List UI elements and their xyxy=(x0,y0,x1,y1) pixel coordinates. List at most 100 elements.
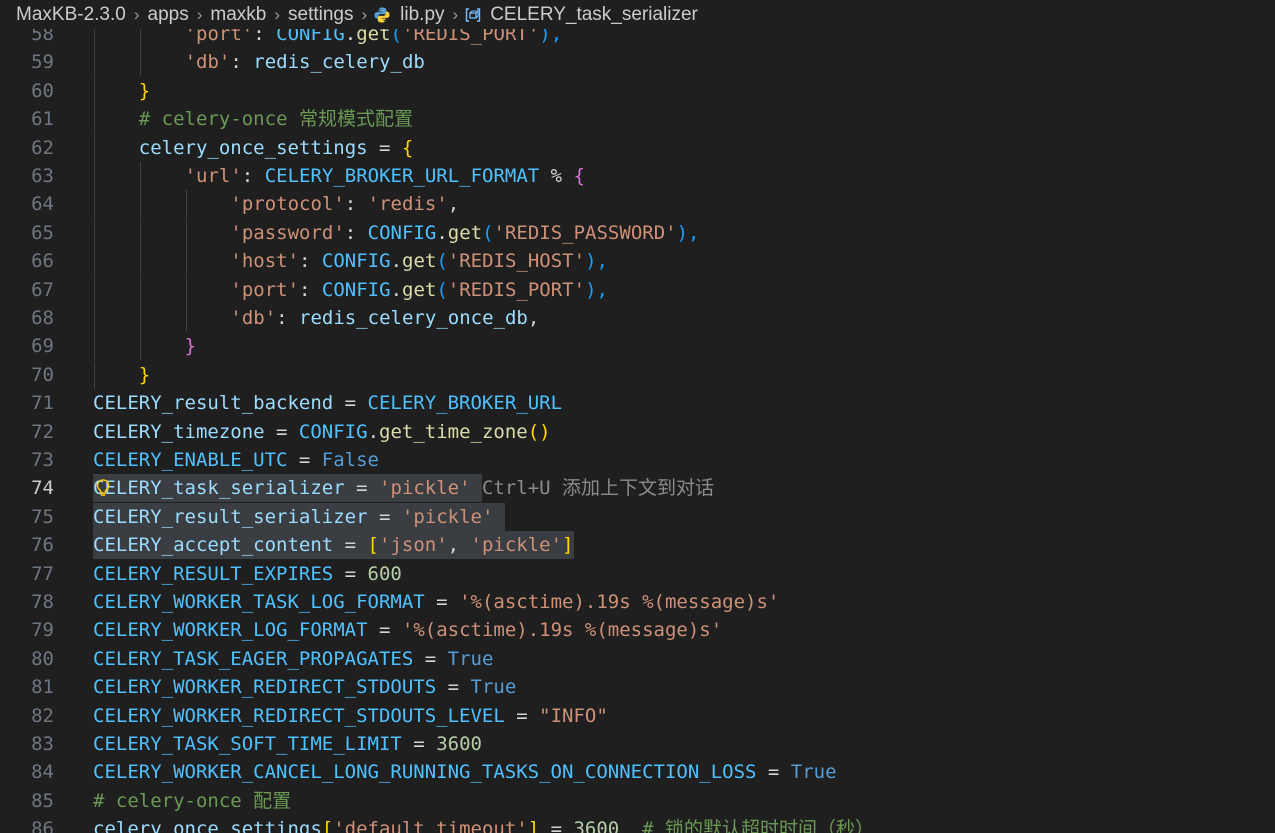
code-text: 'port': CONFIG.get('REDIS_PORT'), xyxy=(230,276,608,304)
code-token: : xyxy=(276,307,300,329)
python-icon xyxy=(373,6,391,24)
code-token: 'default_timeout' xyxy=(333,818,528,833)
code-line[interactable]: 71 CELERY_result_backend = CELERY_BROKER_… xyxy=(0,389,1275,417)
code-text: } xyxy=(185,332,196,360)
lightbulb-icon[interactable] xyxy=(94,478,112,498)
indent-guide xyxy=(94,133,95,162)
code-token: 'REDIS_PORT' xyxy=(447,278,586,301)
breadcrumb-settings[interactable]: settings xyxy=(286,4,355,26)
code-line[interactable]: 76 CELERY_accept_content = ['json', 'pick… xyxy=(0,531,1275,560)
code-token: get xyxy=(402,278,437,301)
code-line[interactable]: 68 'db': redis_celery_once_db, xyxy=(0,304,1275,332)
code-text: CELERY_RESULT_EXPIRES = 600 xyxy=(93,560,402,588)
code-token: . xyxy=(390,250,403,273)
code-token: 3600 xyxy=(436,733,482,755)
code-line[interactable]: 67 'port': CONFIG.get('REDIS_PORT'), xyxy=(0,275,1275,304)
code-text: CELERY_TASK_SOFT_TIME_LIMIT = 3600 xyxy=(93,730,482,758)
indent-guide xyxy=(94,190,95,219)
breadcrumb-symbol[interactable]: CELERY_task_serializer xyxy=(488,4,700,26)
indent-guide xyxy=(139,275,141,304)
code-line[interactable]: 81 CELERY_WORKER_REDIRECT_STDOUTS = True xyxy=(0,673,1275,701)
indent-guide xyxy=(139,48,141,77)
line-number: 76 xyxy=(31,534,54,557)
chevron-right-icon: › xyxy=(274,4,281,24)
code-line[interactable]: 73 CELERY_ENABLE_UTC = False xyxy=(0,446,1275,474)
code-text: 'protocol': 'redis', xyxy=(230,190,459,218)
code-token: CELERY_accept_content xyxy=(93,534,334,557)
code-token: = xyxy=(539,818,574,833)
code-line[interactable]: 69} xyxy=(0,332,1275,361)
inline-chat-hint[interactable]: Ctrl+U 添加上下文到对话 xyxy=(470,477,714,500)
code-token: 'redis' xyxy=(367,193,448,216)
code-line[interactable]: 75 CELERY_result_serializer = 'pickle' xyxy=(0,502,1275,531)
code-line[interactable]: 86 celery_once_settings['default_timeout'… xyxy=(0,815,1275,833)
indent-guide xyxy=(94,247,95,276)
code-token: CELERY_WORKER_REDIRECT_STDOUTS xyxy=(93,676,437,699)
code-token: CELERY_WORKER_CANCEL_LONG_RUNNING_TASKS_… xyxy=(93,761,757,784)
code-line[interactable]: 83 CELERY_TASK_SOFT_TIME_LIMIT = 3600 xyxy=(0,730,1275,758)
code-token: ), xyxy=(585,278,608,301)
code-line[interactable]: 74 CELERY_task_serializer = 'pickle' Ctrl… xyxy=(0,474,1275,503)
breadcrumb-maxkb[interactable]: maxkb xyxy=(208,4,268,26)
code-line[interactable]: 80 CELERY_TASK_EAGER_PROPAGATES = True xyxy=(0,645,1275,673)
indent-guide xyxy=(185,247,187,276)
line-number: 83 xyxy=(31,733,54,755)
line-number: 68 xyxy=(31,307,54,329)
code-token: True xyxy=(470,676,517,699)
indent-guide xyxy=(94,218,95,247)
code-line[interactable]: 79 CELERY_WORKER_LOG_FORMAT = '%(asctime)… xyxy=(0,616,1275,644)
code-text: 'password': CONFIG.get('REDIS_PASSWORD')… xyxy=(230,219,699,247)
breadcrumb-apps[interactable]: apps xyxy=(146,4,191,26)
code-token: = xyxy=(424,591,460,613)
code-token: , xyxy=(447,193,460,216)
code-line[interactable]: 82 CELERY_WORKER_REDIRECT_STDOUTS_LEVEL =… xyxy=(0,702,1275,730)
code-token: CELERY_result_serializer xyxy=(93,505,368,528)
code-editor[interactable]: 58'port': CONFIG.get('REDIS_PORT'), 59'db… xyxy=(0,0,1275,833)
code-token: 'pickle' xyxy=(470,534,563,557)
code-line[interactable]: 62 celery_once_settings = { xyxy=(0,133,1275,162)
line-number: 64 xyxy=(31,193,54,216)
indent-guide xyxy=(139,190,141,219)
code-line[interactable]: 60} xyxy=(0,76,1275,105)
indent-guide xyxy=(94,48,95,77)
line-number: 77 xyxy=(31,562,54,585)
line-number: 82 xyxy=(31,704,54,727)
code-token: () xyxy=(527,420,551,443)
code-text: CELERY_WORKER_REDIRECT_STDOUTS = True xyxy=(93,673,516,701)
code-token: = xyxy=(287,449,322,471)
code-token: '%(asctime).19s %(message)s' xyxy=(401,619,723,642)
code-line[interactable]: 85 # celery-once 配置 xyxy=(0,787,1275,815)
code-line[interactable]: 61 # celery-once 常规模式配置 xyxy=(0,105,1275,134)
code-token: redis_celery_once_db xyxy=(299,307,528,329)
code-token: redis_celery_db xyxy=(253,51,425,74)
code-line[interactable]: 78 CELERY_WORKER_TASK_LOG_FORMAT = '%(asc… xyxy=(0,588,1275,616)
code-line[interactable]: 72 CELERY_timezone = CONFIG.get_time_zone… xyxy=(0,418,1275,446)
code-line[interactable]: 77 CELERY_RESULT_EXPIRES = 600 xyxy=(0,560,1275,588)
line-number: 73 xyxy=(31,449,54,471)
line-number: 72 xyxy=(31,420,54,443)
code-token: = xyxy=(504,704,540,727)
code-token: { xyxy=(401,136,414,159)
code-line[interactable]: 84 CELERY_WORKER_CANCEL_LONG_RUNNING_TASK… xyxy=(0,758,1275,786)
indent-guide xyxy=(185,218,187,247)
indent-guide xyxy=(94,76,95,105)
code-token: 3600 xyxy=(573,818,620,833)
code-line[interactable]: 65 'password': CONFIG.get('REDIS_PASSWORD… xyxy=(0,218,1275,247)
breadcrumb-file[interactable]: lib.py xyxy=(398,4,446,26)
code-text: celery_once_settings['default_timeout'] … xyxy=(93,815,874,833)
code-text: CELERY_result_serializer = 'pickle' xyxy=(93,503,493,531)
indent-guide xyxy=(185,304,187,332)
code-text: CELERY_ENABLE_UTC = False xyxy=(93,446,379,474)
code-line[interactable]: 64 'protocol': 'redis', xyxy=(0,190,1275,219)
line-number: 65 xyxy=(31,221,54,244)
breadcrumb-project[interactable]: MaxKB-2.3.0 xyxy=(0,4,128,26)
line-number: 66 xyxy=(31,250,54,273)
code-line[interactable]: 66 'host': CONFIG.get('REDIS_HOST'), xyxy=(0,247,1275,276)
code-line[interactable]: 70} xyxy=(0,360,1275,389)
code-line[interactable]: 63 'url': CELERY_BROKER_URL_FORMAT % { xyxy=(0,162,1275,190)
line-number: 81 xyxy=(31,676,54,699)
hint-shortcut: Ctrl+U xyxy=(470,477,563,500)
code-token: ), xyxy=(676,221,700,244)
code-line[interactable]: 59 'db': redis_celery_db xyxy=(0,48,1275,77)
code-token: "INFO" xyxy=(539,704,608,727)
